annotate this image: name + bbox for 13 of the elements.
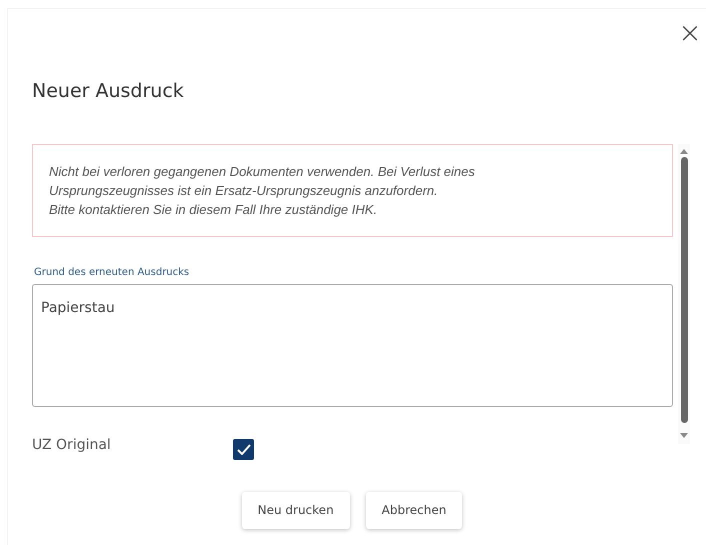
scroll-up-icon[interactable] <box>680 148 688 154</box>
scroll-down-icon[interactable] <box>680 432 688 438</box>
dialog-title: Neuer Ausdruck <box>32 79 184 104</box>
check-icon <box>236 444 250 454</box>
checkbox-label: UZ Original <box>32 436 112 454</box>
field-label: Grund des erneuten Ausdrucks <box>34 266 190 280</box>
checkbox[interactable] <box>233 438 254 460</box>
scrollbar[interactable] <box>678 144 690 444</box>
close-button[interactable]: × <box>678 21 702 45</box>
dialog-button[interactable]: Neu drucken <box>242 492 350 528</box>
reason-field[interactable]: Papierstau <box>32 284 673 406</box>
dialog-button[interactable]: Abbrechen <box>366 492 462 528</box>
notice-text: Nicht bei verloren gegangenen Dokumenten verwenden. Bei Verlust eines Ursprungszeugnisses ist ein Ersatz-Ursprungszeugnis anzufordern. Bitte kontaktieren Sie in diesem Fall Ihre zuständige IHK. <box>32 144 673 236</box>
